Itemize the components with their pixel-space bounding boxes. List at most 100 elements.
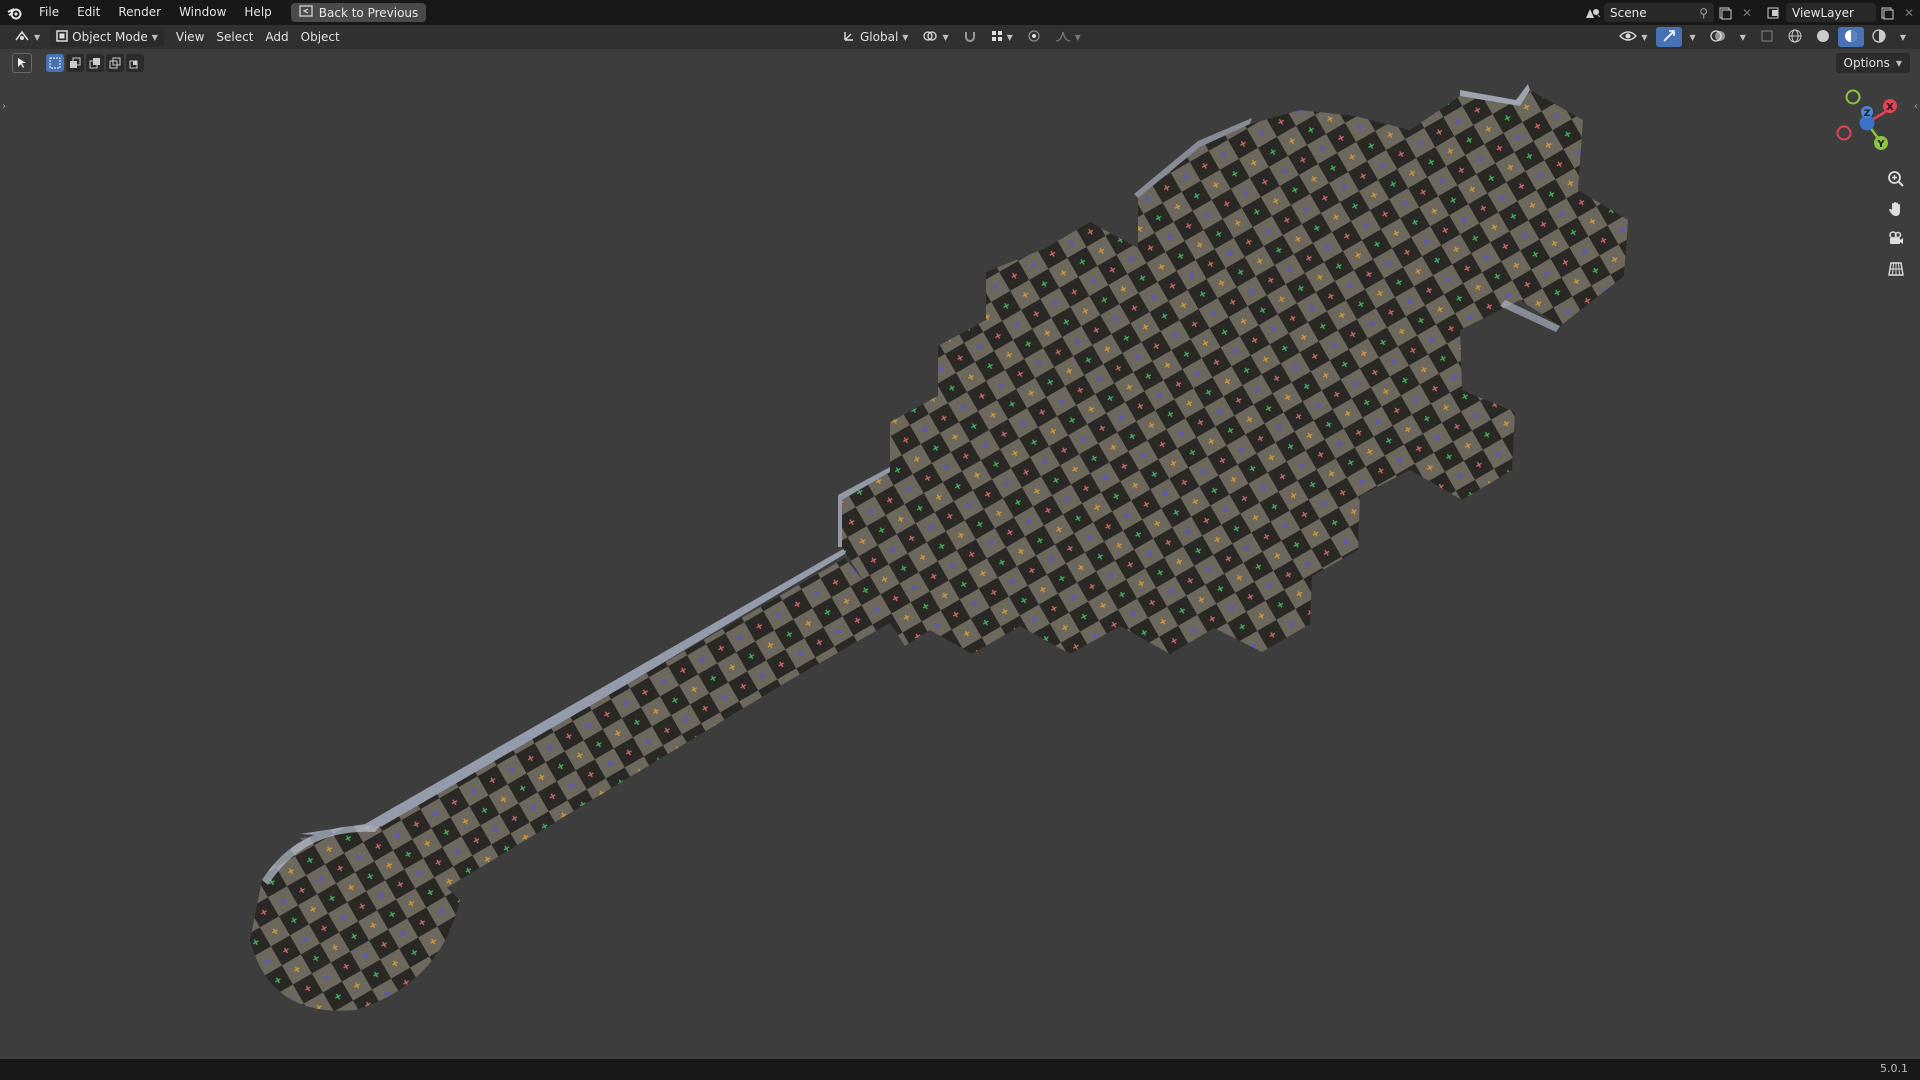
menu-add[interactable]: Add (259, 27, 294, 47)
menu-select[interactable]: Select (210, 27, 259, 47)
transform-controls: Global ▼ ▼ ▼ ▼ (836, 27, 1087, 47)
overlays-dropdown[interactable]: ▼ (1734, 27, 1752, 47)
object-mode-icon (56, 29, 68, 45)
scene-name: Scene (1610, 5, 1647, 20)
proportional-edit-toggle[interactable] (1021, 27, 1047, 47)
view-layer-field[interactable]: ViewLayer (1786, 3, 1876, 22)
shading-rendered[interactable] (1866, 27, 1892, 47)
shading-material-preview[interactable] (1837, 27, 1864, 47)
chevron-down-icon: ▼ (1899, 32, 1906, 42)
delete-view-layer-icon[interactable]: ✕ (1898, 3, 1920, 22)
top-menubar: File Edit Render Window Help Back to Pre… (0, 0, 1920, 25)
gizmo-neg-y-icon (1845, 89, 1861, 105)
perspective-grid-icon[interactable] (1884, 257, 1908, 281)
chevron-down-icon: ▼ (902, 32, 909, 42)
new-view-layer-icon[interactable] (1876, 3, 1898, 22)
select-box-invert-icon[interactable] (106, 54, 124, 72)
editor-type-selector[interactable]: ▼ (8, 27, 46, 47)
camera-view-icon[interactable] (1884, 227, 1908, 251)
version-label: 5.0.1 (1880, 1062, 1908, 1075)
menu-help[interactable]: Help (235, 0, 280, 25)
material-sphere-icon (1844, 29, 1858, 46)
falloff-dropdown[interactable]: ▼ (1049, 27, 1087, 47)
chevron-down-icon: ▼ (1074, 32, 1081, 42)
chevron-down-icon: ▼ (942, 32, 949, 42)
overlays-icon (1710, 29, 1726, 46)
svg-text:X: X (1886, 102, 1894, 113)
new-scene-icon[interactable] (1714, 3, 1736, 22)
wireframe-sphere-icon (1788, 29, 1802, 46)
menu-render[interactable]: Render (109, 0, 170, 25)
snap-grid-icon (991, 30, 1003, 45)
menu-view[interactable]: View (170, 27, 210, 47)
menu-file[interactable]: File (30, 0, 68, 25)
shading-dropdown[interactable]: ▼ (1894, 27, 1912, 47)
rendered-sphere-icon (1872, 28, 1886, 46)
menu-window[interactable]: Window (170, 0, 235, 25)
select-box-new-icon[interactable] (46, 54, 64, 72)
transform-orientation-dropdown[interactable]: Global ▼ (836, 27, 914, 47)
select-tool-icon[interactable] (12, 53, 32, 73)
chevron-down-icon: ▼ (1689, 32, 1696, 42)
chevron-down-icon: ▼ (1739, 32, 1746, 42)
gizmo-x-axis-icon: X (1883, 99, 1897, 113)
back-icon (299, 5, 313, 20)
gizmo-dropdown[interactable]: ▼ (1684, 27, 1702, 47)
proportional-edit-icon (1027, 29, 1041, 46)
falloff-curve-icon (1055, 29, 1071, 46)
viewport-header: ▼ Object Mode ▼ View Select Add Object G… (0, 25, 1920, 49)
shading-solid[interactable] (1810, 27, 1836, 47)
transform-orientation-label: Global (860, 30, 899, 44)
back-to-previous-button[interactable]: Back to Previous (290, 3, 427, 22)
toolbar-strip (12, 53, 144, 73)
chevron-down-icon: ▼ (1641, 32, 1648, 42)
back-to-previous-label: Back to Previous (318, 5, 419, 20)
navigation-gizmo[interactable]: X Y Z (1830, 85, 1900, 155)
svg-text:Z: Z (1864, 109, 1871, 119)
shading-wireframe[interactable] (1782, 27, 1808, 47)
shading-controls: ▼ ▼ ▼ ▼ (1613, 27, 1912, 47)
editor-type-icon (14, 29, 30, 46)
options-dropdown[interactable]: Options ▼ (1835, 53, 1910, 73)
overlays-toggle[interactable] (1704, 27, 1732, 47)
pan-hand-icon[interactable] (1884, 197, 1908, 221)
eye-icon (1619, 29, 1638, 46)
magnet-icon (963, 29, 977, 46)
sidebar-expand-arrow-icon[interactable]: ‹ (1914, 101, 1918, 112)
view-layer-name: ViewLayer (1792, 5, 1854, 20)
pivot-icon (922, 29, 938, 46)
pivot-point-dropdown[interactable]: ▼ (916, 27, 954, 47)
select-box-intersect-icon[interactable] (126, 54, 144, 72)
gizmo-icon (1662, 29, 1676, 46)
xray-toggle[interactable] (1754, 27, 1780, 47)
orientation-icon (842, 29, 856, 46)
visibility-dropdown[interactable]: ▼ (1613, 27, 1653, 47)
scene-selector-icon[interactable] (1582, 3, 1604, 22)
zoom-icon[interactable] (1884, 167, 1908, 191)
pin-icon[interactable]: ⚲ (1699, 6, 1708, 20)
chevron-down-icon: ▼ (34, 32, 41, 42)
snap-target-dropdown[interactable]: ▼ (985, 27, 1019, 47)
mode-dropdown[interactable]: Object Mode ▼ (50, 27, 164, 47)
snap-toggle[interactable] (957, 27, 983, 47)
chevron-down-icon: ▼ (151, 32, 158, 42)
top-right-controls: Scene ⚲ ✕ ViewLayer ✕ (1582, 0, 1920, 25)
key-mesh-object[interactable] (250, 84, 1628, 1011)
chevron-down-icon: ▼ (1895, 58, 1902, 68)
gizmo-toggle[interactable] (1655, 27, 1682, 47)
viewport-canvas[interactable] (0, 49, 1920, 1059)
select-box-subtract-icon[interactable] (86, 54, 104, 72)
select-box-extend-icon[interactable] (66, 54, 84, 72)
scene-name-field[interactable]: Scene ⚲ (1604, 3, 1714, 22)
mode-label: Object Mode (72, 30, 148, 44)
status-bar: 5.0.1 (0, 1059, 1920, 1080)
svg-text:Y: Y (1876, 139, 1885, 150)
3d-viewport[interactable]: Options ▼ › ‹ X Y Z (0, 49, 1920, 1059)
delete-scene-icon[interactable]: ✕ (1736, 3, 1758, 22)
menu-object[interactable]: Object (295, 27, 346, 47)
view-layer-selector-icon[interactable] (1764, 3, 1786, 22)
toolbar-expand-arrow-icon[interactable]: › (2, 101, 6, 112)
xray-icon (1760, 29, 1774, 46)
menu-edit[interactable]: Edit (68, 0, 109, 25)
blender-logo-icon[interactable] (0, 0, 30, 25)
